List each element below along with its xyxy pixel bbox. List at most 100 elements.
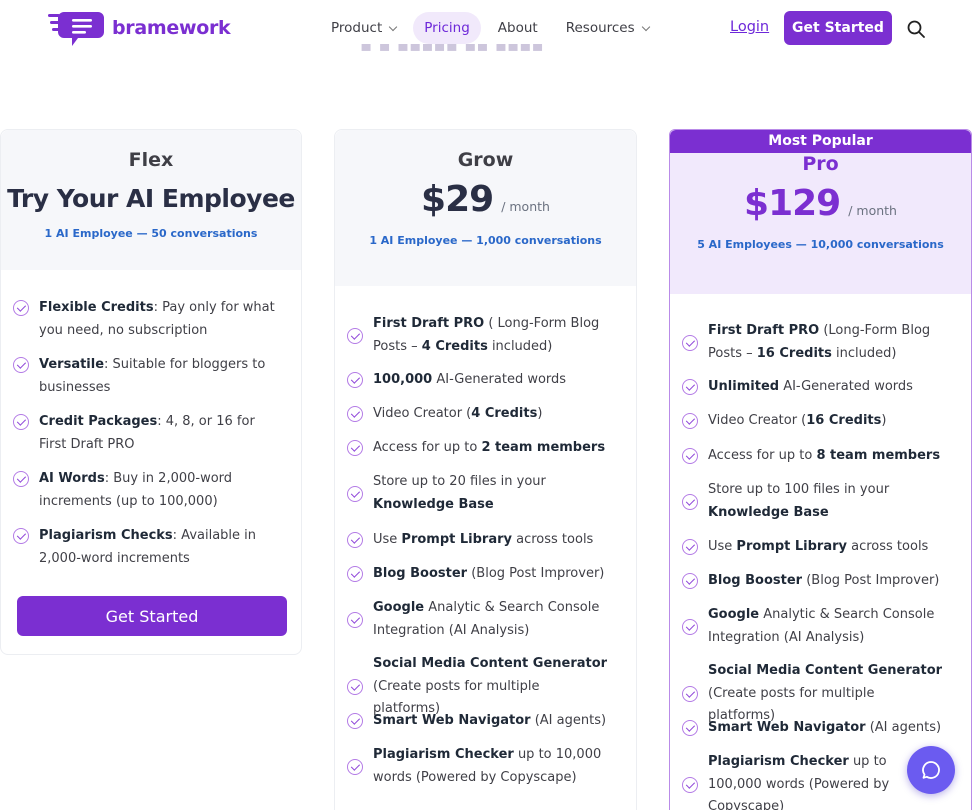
chevron-down-icon — [641, 22, 650, 31]
brand-name: bramework — [112, 17, 231, 39]
chat-launcher-button[interactable] — [907, 746, 955, 794]
check-circle-icon — [347, 372, 363, 389]
check-circle-icon — [347, 532, 363, 549]
plan-name: Flex — [128, 149, 174, 171]
feature-text: Access for up to 2 team members — [373, 440, 606, 455]
plan-card-flex: Flex Try Your AI Employee 1 AI Employee … — [0, 129, 302, 655]
feature-text: Use Prompt Library across tools — [373, 532, 594, 547]
check-circle-icon — [682, 379, 698, 396]
feature-item: 100,000 AI-Generated words — [347, 369, 609, 392]
feature-text: 100,000 AI-Generated words — [373, 372, 567, 387]
feature-item: First Draft PRO ( Long-Form Blog Posts –… — [347, 313, 609, 358]
feature-item: Google Analytic & Search Console Integra… — [347, 597, 609, 642]
feature-item: Smart Web Navigator (AI agents) — [347, 710, 609, 733]
check-circle-icon — [13, 414, 29, 430]
feature-text: Access for up to 8 team members — [708, 448, 941, 463]
check-circle-icon — [682, 334, 698, 351]
feature-item: Use Prompt Library across tools — [347, 529, 609, 552]
feature-text: Plagiarism Checker up to 10,000 words (P… — [373, 747, 602, 785]
feature-item: Use Prompt Library across tools — [682, 536, 944, 559]
nav-product-label: Product — [331, 20, 383, 36]
plan-headline: Try Your AI Employee — [7, 184, 295, 213]
feature-item: Versatile: Suitable for bloggers to busi… — [13, 354, 275, 399]
nav-resources[interactable]: Resources — [555, 12, 660, 44]
check-circle-icon — [347, 611, 363, 628]
feature-item: Plagiarism Checker up to 100,000 words (… — [682, 751, 944, 810]
price-period: / month — [501, 199, 550, 214]
nav-product[interactable]: Product — [320, 12, 407, 44]
check-circle-icon — [682, 720, 698, 737]
check-circle-icon — [13, 357, 29, 373]
feature-item: Blog Booster (Blog Post Improver) — [347, 563, 609, 586]
feature-text: Google Analytic & Search Console Integra… — [373, 600, 600, 638]
feature-item: Store up to 20 files in your Knowledge B… — [347, 471, 609, 516]
nav-pricing[interactable]: Pricing — [413, 12, 481, 44]
check-circle-icon — [682, 685, 698, 702]
feature-item: Video Creator (4 Credits) — [347, 403, 609, 426]
feature-text: Flexible Credits: Pay only for what you … — [39, 300, 275, 338]
plan-header-pro: Most Popular Pro $129 / month 5 AI Emplo… — [670, 130, 971, 294]
feature-item: Smart Web Navigator (AI agents) — [682, 717, 944, 740]
feature-text: Blog Booster (Blog Post Improver) — [708, 573, 940, 588]
check-circle-icon — [347, 758, 363, 775]
price: $129 — [744, 183, 841, 224]
plan-subtitle: 1 AI Employee — 50 conversations — [44, 227, 258, 240]
feature-text: Unlimited AI-Generated words — [708, 379, 913, 394]
plan-card-pro: Most Popular Pro $129 / month 5 AI Emplo… — [669, 129, 972, 810]
feature-text: Plagiarism Checks: Available in 2,000-wo… — [39, 528, 257, 566]
scrolled-heading-remnant: ▪ ▪ ▪▪▪▪▪ ▪▪ ▪▪▪▪ ▪▪▪▪▪▪▪▪ ▪ — [360, 44, 544, 58]
feature-text: Credit Packages: 4, 8, or 16 for First D… — [39, 414, 255, 452]
plan-subtitle: 1 AI Employee — 1,000 conversations — [369, 234, 602, 247]
feature-item: Access for up to 8 team members — [682, 445, 944, 468]
feature-text: Versatile: Suitable for bloggers to busi… — [39, 357, 266, 395]
check-circle-icon — [347, 406, 363, 423]
logo-mark-icon — [48, 12, 104, 46]
feature-text: Video Creator (4 Credits) — [373, 406, 543, 421]
feature-item: Plagiarism Checker up to 10,000 words (P… — [347, 744, 609, 789]
header-get-started-button[interactable]: Get Started — [784, 11, 892, 45]
plan-card-grow: Grow $29 / month 1 AI Employee — 1,000 c… — [334, 129, 637, 810]
plan-header-grow: Grow $29 / month 1 AI Employee — 1,000 c… — [335, 130, 636, 286]
check-circle-icon — [682, 776, 698, 793]
nav-resources-label: Resources — [565, 20, 635, 36]
check-circle-icon — [13, 528, 29, 544]
feature-item: Credit Packages: 4, 8, or 16 for First D… — [13, 411, 275, 456]
feature-text: Store up to 100 files in your Knowledge … — [708, 482, 890, 520]
feature-item: Access for up to 2 team members — [347, 437, 609, 460]
check-circle-icon — [682, 573, 698, 590]
price: $29 — [421, 179, 494, 220]
plan-header-flex: Flex Try Your AI Employee 1 AI Employee … — [1, 130, 301, 270]
feature-text: Smart Web Navigator (AI agents) — [373, 713, 607, 728]
most-popular-badge: Most Popular — [670, 130, 971, 153]
chevron-down-icon — [389, 22, 398, 31]
feature-text: Google Analytic & Search Console Integra… — [708, 607, 935, 645]
check-circle-icon — [682, 618, 698, 635]
check-circle-icon — [347, 713, 363, 730]
nav-about[interactable]: About — [487, 12, 549, 44]
feature-text: Use Prompt Library across tools — [708, 539, 929, 554]
feature-text: First Draft PRO ( Long-Form Blog Posts –… — [373, 316, 600, 354]
check-circle-icon — [682, 539, 698, 556]
main-nav: Product Pricing About Resources — [320, 12, 660, 44]
feature-text: First Draft PRO (Long-Form Blog Posts – … — [708, 323, 931, 361]
feature-text: Video Creator (16 Credits) — [708, 413, 887, 428]
plan-name: Pro — [802, 153, 839, 175]
price-period: / month — [848, 203, 897, 218]
feature-item: AI Words: Buy in 2,000-word increments (… — [13, 468, 275, 513]
plan-name: Grow — [457, 149, 514, 171]
feature-item: Google Analytic & Search Console Integra… — [682, 604, 944, 649]
price-row: $129 / month — [670, 183, 971, 224]
check-circle-icon — [13, 300, 29, 316]
check-circle-icon — [13, 471, 29, 487]
check-circle-icon — [682, 413, 698, 430]
feature-item: Flexible Credits: Pay only for what you … — [13, 297, 275, 342]
feature-text: AI Words: Buy in 2,000-word increments (… — [39, 471, 233, 509]
feature-text: Smart Web Navigator (AI agents) — [708, 720, 942, 735]
search-icon[interactable] — [906, 19, 926, 39]
nav-about-label: About — [497, 20, 538, 36]
feature-item: Plagiarism Checks: Available in 2,000-wo… — [13, 525, 275, 570]
check-circle-icon — [347, 485, 363, 502]
login-link[interactable]: Login — [730, 19, 769, 35]
flex-get-started-button[interactable]: Get Started — [17, 596, 287, 636]
brand-logo[interactable]: bramework — [48, 8, 231, 48]
